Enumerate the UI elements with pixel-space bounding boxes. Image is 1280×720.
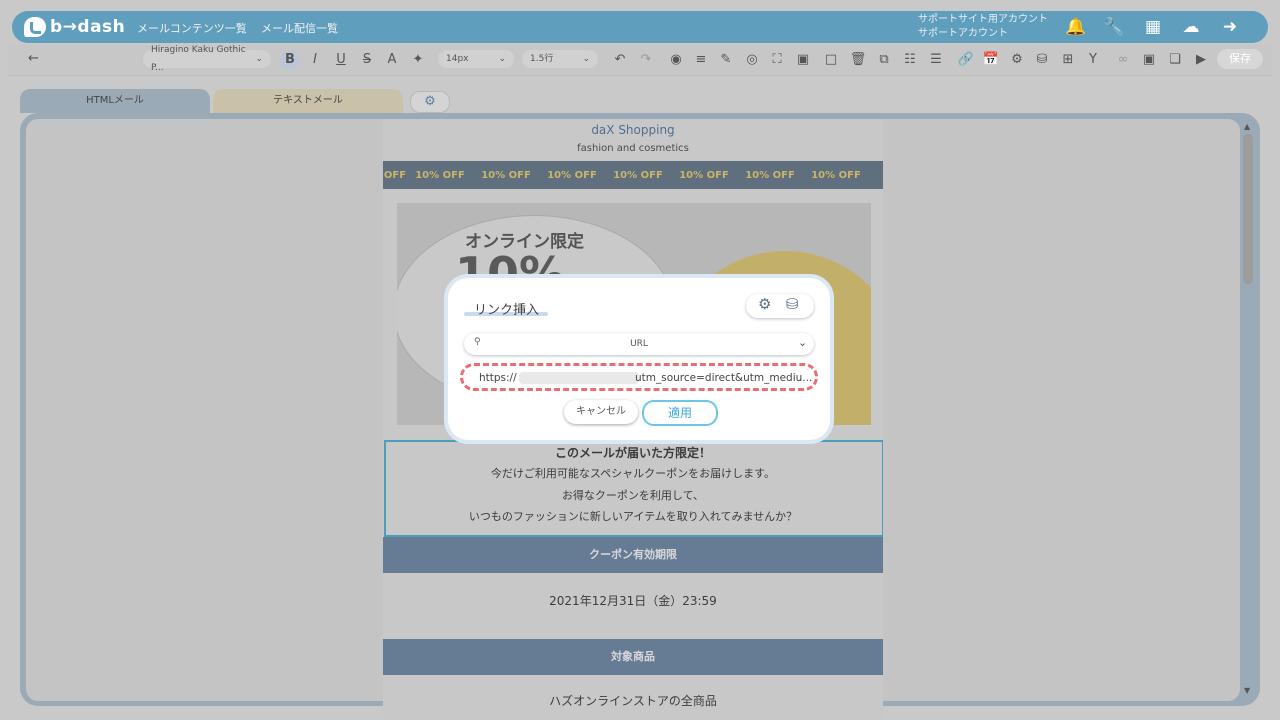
grid-icon[interactable]: ▦ — [1141, 15, 1165, 39]
account-name: サポートアカウント — [918, 28, 1008, 39]
logo-mark-icon — [24, 17, 46, 37]
account-site: サポートサイト用アカウント — [918, 14, 1048, 25]
account-info[interactable]: サポートサイト用アカウント サポートアカウント — [918, 13, 1048, 41]
block-icon[interactable]: □ — [821, 50, 841, 70]
image-icon[interactable]: ▣ — [793, 50, 813, 70]
url-query: utm_source=direct&utm_mediu... — [635, 372, 813, 384]
url-type-value: URL — [630, 339, 648, 349]
brand-name: b→dash — [50, 17, 126, 37]
band-item: 10% OFF — [745, 169, 795, 181]
body-line: 今だけご利用可能なスペシャルクーポンをお届けします。 — [490, 467, 776, 480]
cancel-button[interactable]: キャンセル — [564, 400, 638, 424]
copy-icon[interactable]: ⧉ — [874, 50, 894, 70]
rows-icon[interactable]: ☰ — [926, 50, 946, 70]
redo-icon[interactable]: ↷ — [636, 50, 656, 70]
pen-icon[interactable]: ✎ — [716, 50, 736, 70]
nav-mail-contents[interactable]: メールコンテンツ一覧 — [137, 20, 247, 36]
target-icon[interactable]: ◎ — [742, 50, 762, 70]
band-item: OFF — [383, 169, 407, 181]
link-icon[interactable]: 🔗 — [956, 50, 976, 70]
save-button[interactable]: 保存 — [1217, 49, 1263, 69]
top-bar: b→dash メールコンテンツ一覧 メール配信一覧 サポートサイト用アカウント … — [12, 11, 1268, 43]
coupon-heading[interactable]: クーポン有効期限 — [383, 537, 883, 573]
highlight-icon[interactable]: ✦ — [408, 50, 428, 70]
discount-band[interactable]: OFF 10% OFF 10% OFF 10% OFF 10% OFF 10% … — [383, 161, 883, 189]
font-select[interactable]: Hiragino Kaku Gothic P... ⌄ — [143, 45, 271, 73]
line-height-value: 1.5行 — [530, 54, 554, 64]
video-icon[interactable]: ▶ — [1191, 50, 1211, 70]
italic-button[interactable]: I — [305, 50, 325, 70]
tab-text-mail[interactable]: テキストメール — [213, 89, 403, 113]
scroll-down-icon[interactable]: ▼ — [1244, 686, 1250, 695]
link-insert-dialog: リンク挿入 ⚙ ⛁ ⚲ URL ⌄ https:// utm_source=di… — [448, 278, 830, 440]
band-item: 10% OFF — [481, 169, 531, 181]
fullscreen-icon[interactable]: ⛶ — [767, 50, 787, 70]
body-headline: このメールが届いた方限定！ — [554, 446, 711, 460]
columns-icon[interactable]: ☷ — [900, 50, 920, 70]
font-size-select[interactable]: 14px ⌄ — [438, 50, 514, 68]
font-size-value: 14px — [446, 54, 469, 64]
filter-icon[interactable]: Y — [1083, 50, 1103, 70]
url-prefix: https:// — [479, 372, 517, 384]
tab-html-mail[interactable]: HTMLメール — [20, 89, 210, 113]
chevron-down-icon: ⌄ — [798, 336, 808, 349]
settings-gear-icon[interactable]: ⚙ — [410, 91, 450, 113]
shop-subtitle[interactable]: fashion and cosmetics — [383, 143, 883, 154]
coupon-date[interactable]: 2021年12月31日（金）23:59 — [383, 592, 883, 609]
shop-name[interactable]: daX Shopping — [383, 123, 883, 137]
insert-icon[interactable]: ⊞ — [1058, 50, 1078, 70]
underline-button[interactable]: U — [331, 50, 351, 70]
nav-mail-delivery[interactable]: メール配信一覧 — [261, 20, 338, 36]
band-item: 10% OFF — [811, 169, 861, 181]
dialog-title: リンク挿入 — [474, 303, 540, 318]
target-heading[interactable]: 対象商品 — [383, 639, 883, 675]
url-blurred-domain — [519, 372, 639, 384]
chevron-down-icon: ⌄ — [498, 54, 506, 64]
bell-icon[interactable]: 🔔 — [1064, 15, 1088, 39]
undo-icon[interactable]: ↶ — [610, 50, 630, 70]
apply-button[interactable]: 適用 — [642, 400, 718, 426]
unlink-icon[interactable]: ∞ — [1113, 50, 1133, 70]
database-icon[interactable]: ⛁ — [1032, 50, 1052, 70]
back-button[interactable]: ← — [28, 51, 39, 66]
chevron-down-icon: ⌄ — [582, 54, 590, 64]
chat-icon[interactable]: ☁ — [1179, 15, 1203, 39]
body-line: お得なクーポンを利用して、 — [561, 489, 705, 502]
cards-icon[interactable]: ❏ — [1165, 50, 1185, 70]
bold-button[interactable]: B — [280, 50, 300, 70]
strike-button[interactable]: S — [357, 50, 377, 70]
line-height-select[interactable]: 1.5行 ⌄ — [522, 50, 598, 68]
editor-toolbar: ← Hiragino Kaku Gothic P... ⌄ B I U S A ✦… — [8, 45, 1272, 76]
scrollbar-thumb[interactable] — [1243, 134, 1253, 284]
target-text[interactable]: ハズオンラインストアの全商品 — [383, 692, 883, 709]
url-type-select[interactable]: ⚲ URL ⌄ — [464, 333, 814, 355]
gears-icon[interactable]: ⚙ — [1007, 50, 1027, 70]
trash-icon[interactable]: 🗑 — [848, 50, 868, 70]
text-color-icon[interactable]: A — [382, 50, 402, 70]
band-item: 10% OFF — [547, 169, 597, 181]
body-line: いつものファッションに新しいアイテムを取り入れてみませんか？ — [468, 510, 798, 523]
font-value: Hiragino Kaku Gothic P... — [151, 45, 246, 73]
band-item: 10% OFF — [679, 169, 729, 181]
band-item: 10% OFF — [613, 169, 663, 181]
scroll-up-icon[interactable]: ▲ — [1244, 122, 1250, 131]
palette-icon[interactable]: ◉ — [666, 50, 686, 70]
align-icon[interactable]: ≡ — [691, 50, 711, 70]
wrench-icon[interactable]: 🔧 — [1102, 15, 1126, 39]
calendar-icon[interactable]: 📅 — [981, 50, 1001, 70]
gears-icon[interactable]: ⚙ — [758, 295, 771, 313]
logout-icon[interactable]: ➜ — [1218, 15, 1242, 39]
app-logo[interactable]: b→dash — [24, 16, 125, 38]
contact-icon[interactable]: ▣ — [1139, 50, 1159, 70]
insert-options: ⚙ ⛁ — [746, 294, 814, 318]
chevron-down-icon: ⌄ — [255, 54, 263, 64]
band-item: 10% OFF — [415, 169, 465, 181]
database-icon[interactable]: ⛁ — [786, 295, 799, 313]
url-input[interactable]: https:// utm_source=direct&utm_mediu... — [460, 363, 818, 391]
